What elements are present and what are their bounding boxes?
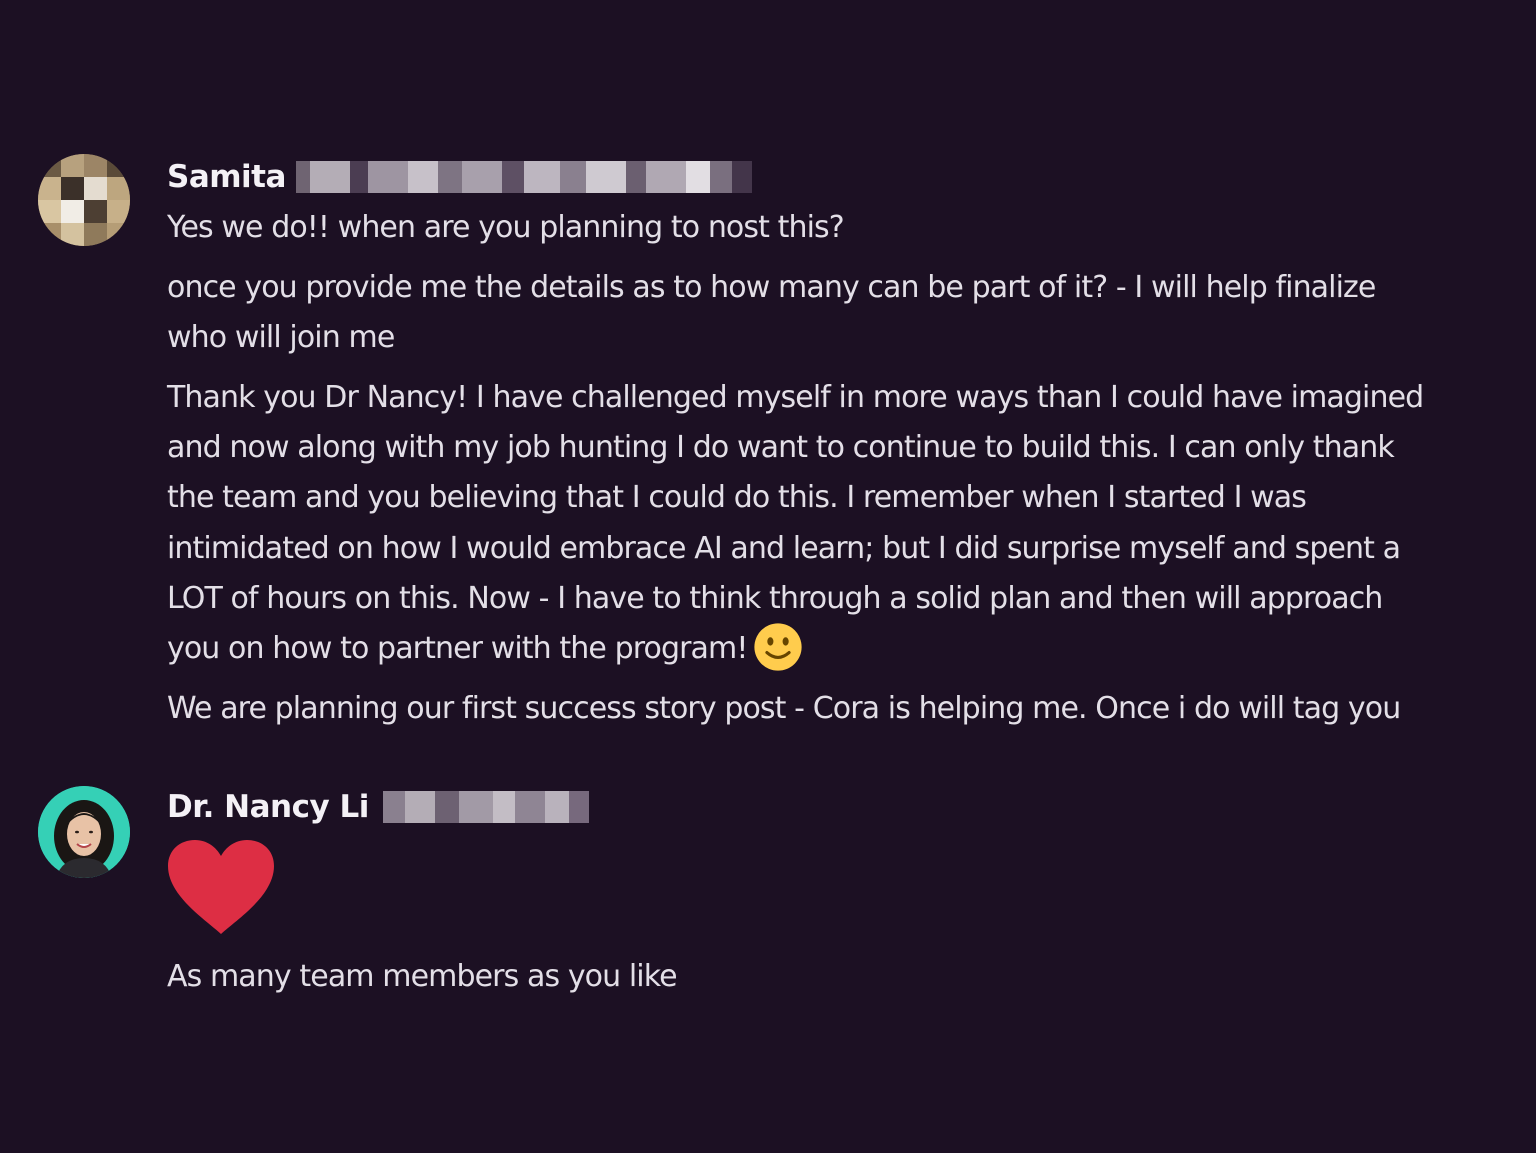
author-row: Dr. Nancy Li xyxy=(167,787,589,827)
author-row: Samita xyxy=(167,157,752,197)
user-avatar[interactable] xyxy=(38,786,130,878)
message-line: We are planning our first success story … xyxy=(167,691,1401,726)
message-group-nancy: Dr. Nancy Li As many team members as you… xyxy=(0,760,1536,1060)
message-text: once you provide me the details as to ho… xyxy=(167,263,1517,363)
message-line: and now along with my job hunting I do w… xyxy=(167,430,1395,466)
message-line: LOT of hours on this. Now - I have to th… xyxy=(167,580,1383,616)
chat-messages: Samita Yes we do!! when are you planning… xyxy=(0,0,1536,1153)
message-text: As many team members as you like xyxy=(167,952,1517,1002)
message-text: Yes we do!! when are you planning to nos… xyxy=(167,203,1517,253)
user-avatar[interactable] xyxy=(38,154,130,246)
redacted-block xyxy=(382,791,589,823)
message-line: who will join me xyxy=(167,320,395,356)
author-name[interactable]: Samita xyxy=(167,159,286,195)
message-line: once you provide me the details as to ho… xyxy=(167,270,1376,305)
message-text: We are planning our first success story … xyxy=(167,684,1517,734)
user-avatar-photo-icon xyxy=(38,786,130,878)
message-line: Thank you Dr Nancy! I have challenged my… xyxy=(167,380,1424,415)
slightly-smiling-face-icon xyxy=(754,622,803,671)
message-line: you on how to partner with the program! xyxy=(167,631,748,667)
pixelated-avatar-icon xyxy=(38,154,130,246)
message-text: Thank you Dr Nancy! I have challenged my… xyxy=(167,373,1517,675)
redacted-block xyxy=(295,161,752,193)
message-line: As many team members as you like xyxy=(167,959,678,994)
message-line: Yes we do!! when are you planning to nos… xyxy=(167,210,845,245)
message-group-samita: Samita Yes we do!! when are you planning… xyxy=(0,0,1536,760)
red-heart-icon[interactable] xyxy=(166,838,276,936)
message-line-with-emoji: you on how to partner with the program! xyxy=(167,622,1517,675)
author-name[interactable]: Dr. Nancy Li xyxy=(167,789,369,825)
message-line: intimidated on how I would embrace AI an… xyxy=(167,530,1401,566)
message-line: the team and you believing that I could … xyxy=(167,480,1307,516)
